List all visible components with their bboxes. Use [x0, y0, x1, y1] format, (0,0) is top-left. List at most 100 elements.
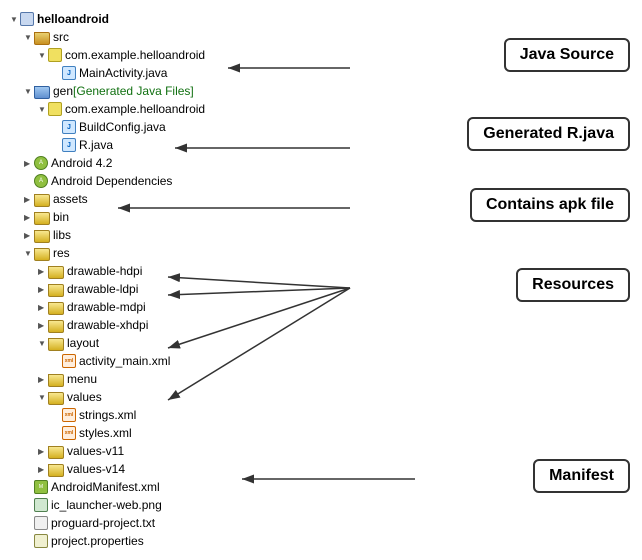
tree-label: drawable-xhdpi: [67, 318, 148, 332]
tree-panel: ▼helloandroid▼src▼com.example.helloandro…: [0, 0, 340, 560]
tree-item-proguard[interactable]: proguard-project.txt: [10, 514, 340, 532]
tree-label: project.properties: [51, 534, 144, 548]
folder-plain-icon: [34, 212, 50, 225]
tree-item-res[interactable]: ▼ res: [10, 244, 340, 262]
folder-plain-icon: [34, 248, 50, 261]
manifest-icon: M: [34, 480, 48, 494]
tree-item-menu[interactable]: ▶ menu: [10, 370, 340, 388]
tree-arrow[interactable]: ▼: [38, 51, 48, 60]
tree-item-drawable-hdpi[interactable]: ▶drawable-hdpi: [10, 262, 340, 280]
tree-arrow[interactable]: ▶: [38, 321, 48, 330]
java-icon: J: [62, 120, 76, 134]
tree-label: com.example.helloandroid: [65, 48, 205, 62]
folder-plain-icon: [48, 374, 64, 387]
tree-item-styles-xml[interactable]: xmlstyles.xml: [10, 424, 340, 442]
tree-arrow[interactable]: ▼: [38, 105, 48, 114]
main-container: ▼helloandroid▼src▼com.example.helloandro…: [0, 0, 642, 560]
tree-arrow[interactable]: ▼: [10, 15, 20, 24]
tree-label: styles.xml: [79, 426, 132, 440]
tree-item-values[interactable]: ▼ values: [10, 388, 340, 406]
callout-contains-apk: Contains apk file: [470, 188, 630, 222]
tree-item-values-v11[interactable]: ▶ values-v11: [10, 442, 340, 460]
tree-item-assets[interactable]: ▶ assets: [10, 190, 340, 208]
tree-item-drawable-ldpi[interactable]: ▶ drawable-ldpi: [10, 280, 340, 298]
tree-label: ic_launcher-web.png: [51, 498, 162, 512]
tree-item-helloandroid[interactable]: ▼ helloandroid: [10, 10, 340, 28]
folder-drawable-icon: [48, 284, 64, 297]
tree-label: activity_main.xml: [79, 354, 170, 368]
tree-arrow[interactable]: ▶: [24, 231, 34, 240]
tree-label: helloandroid: [37, 12, 109, 26]
tree-arrow[interactable]: ▶: [24, 213, 34, 222]
tree-arrow[interactable]: ▶: [24, 159, 34, 168]
tree-label: proguard-project.txt: [51, 516, 155, 530]
tree-item-r-java[interactable]: JR.java: [10, 136, 340, 154]
xml-icon: xml: [62, 408, 76, 422]
tree-arrow[interactable]: ▼: [38, 393, 48, 402]
tree-item-drawable-xhdpi[interactable]: ▶ drawable-xhdpi: [10, 316, 340, 334]
tree-arrow[interactable]: ▼: [38, 339, 48, 348]
tree-item-src[interactable]: ▼ src: [10, 28, 340, 46]
tree-item-project-props[interactable]: project.properties: [10, 532, 340, 550]
java-icon: J: [62, 66, 76, 80]
tree-label: bin: [53, 210, 69, 224]
tree-item-bin[interactable]: ▶ bin: [10, 208, 340, 226]
tree-label: values: [67, 390, 102, 404]
tree-label: assets: [53, 192, 88, 206]
tree-item-strings-xml[interactable]: xmlstrings.xml: [10, 406, 340, 424]
tree-arrow[interactable]: ▶: [38, 375, 48, 384]
folder-plain-icon: [34, 194, 50, 207]
props-icon: [34, 534, 48, 548]
callout-generated-rjava: Generated R.java: [467, 117, 630, 151]
folder-plain-icon: [48, 464, 64, 477]
tree-label: BuildConfig.java: [79, 120, 166, 134]
tree-label: menu: [67, 372, 97, 386]
tree-label: res: [53, 246, 70, 260]
project-icon: [20, 12, 34, 26]
pkg-icon: [48, 48, 62, 62]
tree-item-androidmanifest[interactable]: MAndroidManifest.xml: [10, 478, 340, 496]
tree-item-androiddeps[interactable]: AAndroid Dependencies: [10, 172, 340, 190]
folder-plain-icon: [48, 446, 64, 459]
txt-icon: [34, 516, 48, 530]
tree-arrow[interactable]: ▶: [38, 465, 48, 474]
tree-item-drawable-mdpi[interactable]: ▶ drawable-mdpi: [10, 298, 340, 316]
tree-arrow[interactable]: ▼: [24, 87, 34, 96]
callout-java-source: Java Source: [504, 38, 630, 72]
tree-arrow[interactable]: ▶: [24, 195, 34, 204]
tree-label: gen: [53, 84, 73, 98]
tree-item-mainactivity[interactable]: JMainActivity.java: [10, 64, 340, 82]
tree-item-ic-launcher[interactable]: ic_launcher-web.png: [10, 496, 340, 514]
tree-item-com-gen[interactable]: ▼com.example.helloandroid: [10, 100, 340, 118]
tree-label: drawable-ldpi: [67, 282, 138, 296]
tree-item-buildconfig[interactable]: JBuildConfig.java: [10, 118, 340, 136]
tree-item-libs[interactable]: ▶libs: [10, 226, 340, 244]
folder-plain-icon: [48, 338, 64, 351]
xml-icon: xml: [62, 354, 76, 368]
tree-item-layout[interactable]: ▼ layout: [10, 334, 340, 352]
tree-arrow[interactable]: ▶: [38, 303, 48, 312]
tree-arrow[interactable]: ▼: [24, 249, 34, 258]
tree-item-android42[interactable]: ▶AAndroid 4.2: [10, 154, 340, 172]
callout-resources: Resources: [516, 268, 630, 302]
tree-arrow[interactable]: ▶: [38, 285, 48, 294]
tree-label-suffix: [Generated Java Files]: [73, 84, 194, 98]
tree-label: src: [53, 30, 69, 44]
android-icon: A: [34, 156, 48, 170]
tree-arrow[interactable]: ▶: [38, 267, 48, 276]
tree-arrow[interactable]: ▶: [38, 447, 48, 456]
tree-label: layout: [67, 336, 99, 350]
tree-arrow[interactable]: ▼: [24, 33, 34, 42]
folder-drawable-icon: [48, 266, 64, 279]
folder-src-icon: [34, 32, 50, 45]
image-icon: [34, 498, 48, 512]
tree-label: values-v11: [67, 444, 124, 458]
folder-drawable-icon: [48, 302, 64, 315]
tree-item-com-src[interactable]: ▼ com.example.helloandroid: [10, 46, 340, 64]
pkg-icon: [48, 102, 62, 116]
tree-item-activity-main[interactable]: xmlactivity_main.xml: [10, 352, 340, 370]
tree-label: drawable-mdpi: [67, 300, 146, 314]
tree-item-gen[interactable]: ▼ gen [Generated Java Files]: [10, 82, 340, 100]
java-icon: J: [62, 138, 76, 152]
tree-item-values-v14[interactable]: ▶values-v14: [10, 460, 340, 478]
